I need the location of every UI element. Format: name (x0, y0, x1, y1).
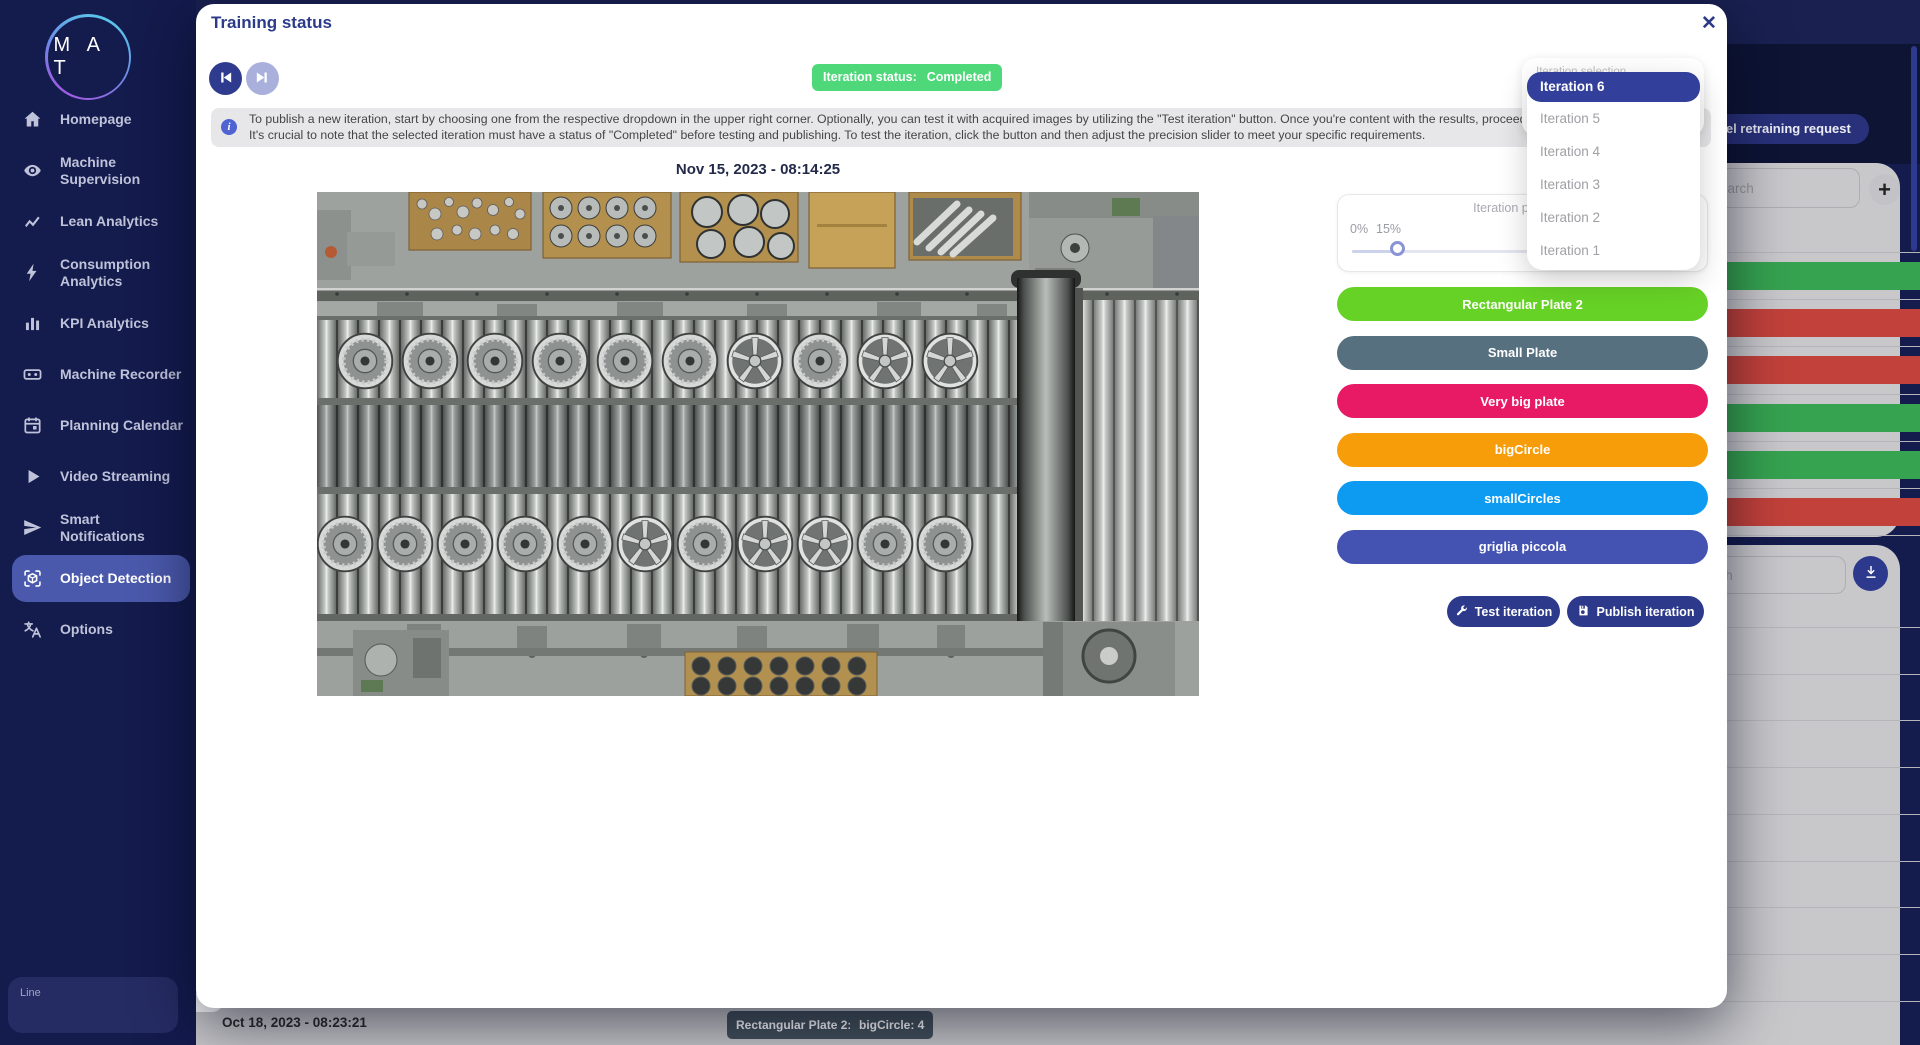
sidebar-item-label: Planning Calendar (60, 417, 186, 433)
detection-count-badge: bigCircle: 4 (850, 1011, 933, 1039)
sidebar-item-label: Consumption Analytics (60, 256, 186, 288)
detection-label-pill[interactable]: Rectangular Plate 2 (1337, 287, 1708, 321)
publish-iteration-button[interactable]: Publish iteration (1567, 596, 1704, 627)
sidebar-item-machine-recorder[interactable]: Machine Recorder (0, 349, 196, 400)
sidebar-item-planning-calendar[interactable]: Planning Calendar (0, 400, 196, 451)
detection-count-badge: Rectangular Plate 2: 4 (727, 1011, 870, 1039)
label-color-chip (1716, 356, 1920, 384)
sidebar-item-label: Video Streaming (60, 468, 186, 484)
sidebar-item-consumption-analytics[interactable]: Consumption Analytics (0, 247, 196, 298)
send-icon (22, 516, 46, 540)
download-button[interactable] (1853, 556, 1888, 591)
status-value: Completed (927, 64, 992, 91)
sidebar-nav: Homepage Machine Supervision Lean Analyt… (0, 94, 196, 655)
label-color-chip (1716, 309, 1920, 337)
eye-icon (22, 159, 46, 183)
label-color-chip (1716, 262, 1920, 290)
wrench-icon (1455, 604, 1468, 620)
skip-next-icon (254, 69, 271, 89)
save-icon (1577, 604, 1590, 620)
status-label: Iteration status: (823, 64, 917, 91)
dropdown-option[interactable]: Iteration 3 (1527, 168, 1700, 201)
info-icon: i (221, 119, 237, 135)
test-iteration-label: Test iteration (1475, 605, 1553, 619)
image-capture-date: Oct 18, 2023 - 08:23:21 (222, 1015, 367, 1030)
dropdown-option[interactable]: Iteration 5 (1527, 102, 1700, 135)
publish-iteration-label: Publish iteration (1597, 605, 1695, 619)
dropdown-option[interactable]: Iteration 4 (1527, 135, 1700, 168)
calendar-icon (22, 414, 46, 438)
dropdown-option[interactable]: Iteration 6 (1527, 72, 1700, 102)
download-icon (1863, 564, 1879, 583)
info-banner: i To publish a new iteration, start by c… (211, 108, 1711, 147)
modal-title: Training status (211, 13, 332, 33)
sidebar-item-label: Lean Analytics (60, 213, 186, 229)
object-detection-icon (22, 567, 46, 591)
slider-min-label: 0% (1350, 222, 1368, 236)
detection-label-pill[interactable]: bigCircle (1337, 433, 1708, 467)
recorder-icon (22, 363, 46, 387)
page-scrollbar[interactable] (1911, 46, 1917, 251)
slider-value-label: 15% (1376, 222, 1401, 236)
sidebar-item-smart-notifications[interactable]: Smart Notifications (0, 502, 196, 553)
app-logo: M A T (45, 14, 131, 100)
line-box[interactable]: Line (8, 977, 178, 1033)
detection-label-pill[interactable]: Very big plate (1337, 384, 1708, 418)
translate-icon (22, 618, 46, 642)
add-label-button[interactable]: + (1869, 174, 1900, 205)
trend-icon (22, 210, 46, 234)
sidebar-item-video-streaming[interactable]: Video Streaming (0, 451, 196, 502)
sidebar-item-label: Options (60, 621, 186, 637)
iteration-dropdown-menu: Iteration 6Iteration 5Iteration 4Iterati… (1527, 72, 1700, 270)
sidebar-item-machine-supervision[interactable]: Machine Supervision (0, 145, 196, 196)
sidebar-item-options[interactable]: Options (0, 604, 196, 655)
app-screen: Send model retraining request + (0, 0, 1920, 1045)
test-iteration-button[interactable]: Test iteration (1447, 596, 1560, 627)
sidebar-item-label: KPI Analytics (60, 315, 186, 331)
app-logo-text: M A T (48, 17, 129, 98)
next-image-button[interactable] (246, 62, 279, 95)
home-icon (22, 108, 46, 132)
play-icon (22, 465, 46, 489)
training-status-modal: Training status ✕ Iteration status: Comp… (196, 4, 1727, 1008)
info-text: To publish a new iteration, start by cho… (249, 112, 1624, 143)
label-color-chip (1716, 404, 1920, 432)
sidebar-item-kpi-analytics[interactable]: KPI Analytics (0, 298, 196, 349)
precision-slider-thumb[interactable] (1390, 241, 1405, 256)
sidebar-item-label: Machine Supervision (60, 154, 186, 186)
line-box-label: Line (20, 987, 41, 999)
dropdown-option[interactable]: Iteration 1 (1527, 234, 1700, 267)
sidebar-item-label: Object Detection (60, 570, 186, 586)
close-icon[interactable]: ✕ (1696, 10, 1722, 36)
capture-date: Nov 15, 2023 - 08:14:25 (317, 161, 1199, 178)
sidebar: M A T Homepage Machine Supervision Lean … (0, 0, 196, 1045)
training-image (317, 192, 1199, 696)
sidebar-item-label: Homepage (60, 111, 186, 127)
bolt-icon (22, 261, 46, 285)
sidebar-item-label: Machine Recorder (60, 366, 186, 382)
detection-label-pill[interactable]: Small Plate (1337, 336, 1708, 370)
label-color-chip (1716, 498, 1920, 526)
label-color-chip (1716, 451, 1920, 479)
previous-image-button[interactable] (209, 62, 242, 95)
sidebar-item-lean-analytics[interactable]: Lean Analytics (0, 196, 196, 247)
skip-previous-icon (217, 69, 234, 89)
sidebar-item-homepage[interactable]: Homepage (0, 94, 196, 145)
detection-label-pill[interactable]: griglia piccola (1337, 530, 1708, 564)
iteration-status-badge: Iteration status: Completed (812, 64, 1002, 91)
sidebar-item-object-detection[interactable]: Object Detection (0, 553, 196, 604)
sidebar-item-label: Smart Notifications (60, 511, 186, 543)
dropdown-option[interactable]: Iteration 2 (1527, 201, 1700, 234)
detection-label-pill[interactable]: smallCircles (1337, 481, 1708, 515)
bar-chart-icon (22, 312, 46, 336)
